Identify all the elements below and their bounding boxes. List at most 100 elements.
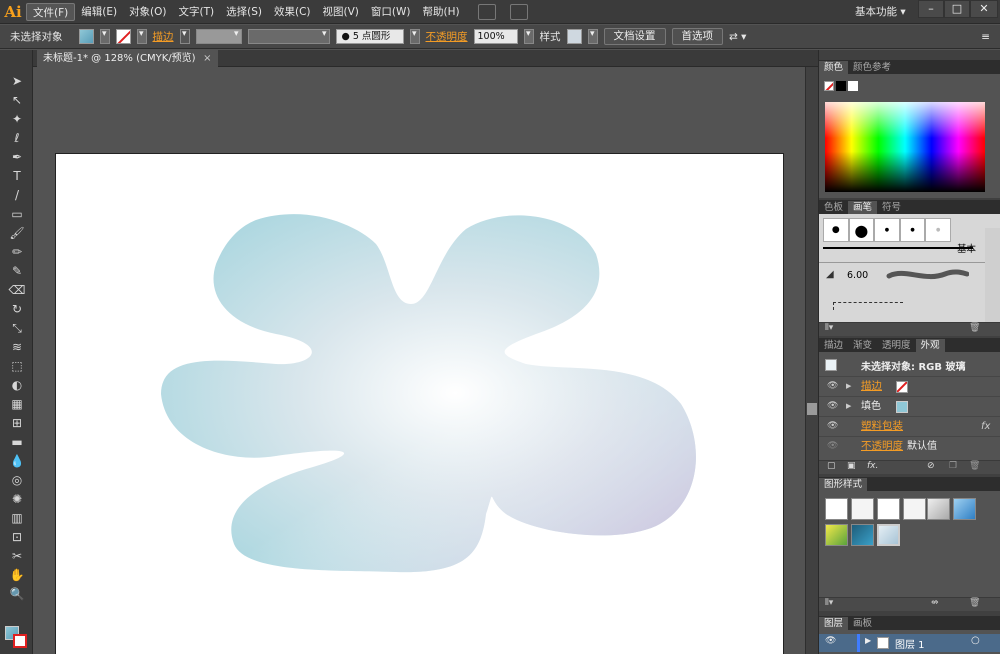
tab-transparency[interactable]: 透明度 — [877, 339, 916, 352]
type-tool-icon[interactable]: T — [7, 168, 27, 185]
menu-edit[interactable]: 编辑(E) — [75, 3, 123, 21]
paintbrush-tool-icon[interactable]: 🖌 — [7, 225, 27, 242]
vertical-scrollbar[interactable] — [805, 67, 818, 654]
selection-tool-icon[interactable]: ➤ — [7, 73, 27, 90]
free-transform-tool-icon[interactable]: ⬚ — [7, 358, 27, 375]
tab-layers[interactable]: 图层 — [819, 617, 849, 630]
line-tool-icon[interactable]: / — [7, 187, 27, 204]
basic-brush-line[interactable] — [823, 247, 973, 249]
visibility-eye-icon[interactable]: 👁 — [827, 377, 838, 396]
perspective-grid-tool-icon[interactable]: ▦ — [7, 396, 27, 413]
art-brush-stroke[interactable] — [885, 264, 969, 286]
add-fill-icon[interactable]: ▣ — [847, 461, 856, 471]
stroke-none-swatch[interactable] — [896, 381, 908, 393]
opacity-label[interactable]: 不透明度 — [426, 29, 468, 44]
fill-swatch[interactable] — [78, 29, 94, 44]
menu-help[interactable]: 帮助(H) — [417, 3, 466, 21]
graphic-style-white[interactable] — [877, 498, 900, 520]
stroke-swatch[interactable] — [115, 29, 131, 44]
layer-name[interactable]: 图层 1 — [895, 636, 925, 651]
delete-item-icon[interactable]: 🗑 — [969, 461, 980, 471]
blob-brush-tool-icon[interactable]: ✎ — [7, 263, 27, 280]
color-spectrum[interactable] — [825, 102, 985, 192]
fx-icon[interactable]: fx — [981, 417, 990, 436]
graphic-style-default[interactable] — [825, 498, 848, 520]
artboard-tool-icon[interactable]: ⊡ — [7, 529, 27, 546]
graphic-style-blue[interactable] — [953, 498, 976, 520]
menu-select[interactable]: 选择(S) — [220, 3, 268, 21]
menu-view[interactable]: 视图(V) — [317, 3, 365, 21]
opacity-field[interactable]: 100% — [473, 29, 518, 44]
white-swatch[interactable] — [848, 81, 858, 91]
appearance-fill-label[interactable]: 填色 — [861, 397, 881, 416]
scale-tool-icon[interactable]: ⤡ — [7, 320, 27, 337]
delete-brush-icon[interactable]: 🗑 — [969, 323, 980, 333]
minimize-button[interactable]: – — [918, 0, 944, 18]
bridge-button[interactable] — [477, 3, 496, 20]
graphic-style-shadow[interactable] — [903, 498, 926, 520]
fill-color-swatch[interactable] — [896, 401, 908, 413]
menu-window[interactable]: 窗口(W) — [365, 3, 417, 21]
none-color-icon[interactable] — [824, 81, 834, 91]
tab-artboards[interactable]: 画板 — [848, 617, 877, 630]
close-window-button[interactable]: ✕ — [970, 0, 998, 18]
tab-color-guide[interactable]: 颜色参考 — [848, 61, 896, 74]
expand-triangle-icon[interactable]: ▶ — [846, 397, 851, 416]
graphic-style-bevel[interactable] — [927, 498, 950, 520]
variable-width-dropdown[interactable] — [247, 29, 330, 44]
tab-appearance[interactable]: 外观 — [915, 339, 945, 352]
brush-tip-faint[interactable]: ● — [925, 218, 951, 242]
menu-object[interactable]: 对象(O) — [123, 3, 172, 21]
layer-visibility-icon[interactable]: 👁 — [825, 636, 836, 646]
appearance-stroke-label[interactable]: 描边 — [861, 377, 882, 396]
graphic-style-dropdown[interactable] — [587, 29, 598, 44]
eyedropper-tool-icon[interactable]: 💧 — [7, 453, 27, 470]
symbol-sprayer-tool-icon[interactable]: ✺ — [7, 491, 27, 508]
fill-dropdown[interactable] — [99, 29, 110, 44]
slice-tool-icon[interactable]: ✂ — [7, 548, 27, 565]
tab-stroke[interactable]: 描边 — [819, 339, 848, 352]
blend-tool-icon[interactable]: ◎ — [7, 472, 27, 489]
mesh-tool-icon[interactable]: ⊞ — [7, 415, 27, 432]
visibility-eye-icon[interactable]: 👁 — [827, 397, 838, 416]
style-libraries-icon[interactable]: ⫴▾ — [825, 598, 833, 608]
opacity-dropdown[interactable] — [523, 29, 534, 44]
graphic-style-no-stroke[interactable] — [851, 498, 874, 520]
expand-triangle-icon[interactable]: ▶ — [846, 377, 851, 396]
panel-menu-icon[interactable]: ≡ — [981, 31, 990, 43]
tab-gradient[interactable]: 渐变 — [848, 339, 877, 352]
brush-definition-dropdown[interactable] — [409, 29, 420, 44]
close-tab-icon[interactable]: × — [203, 50, 211, 67]
column-graph-tool-icon[interactable]: ▥ — [7, 510, 27, 527]
warp-tool-icon[interactable]: ≋ — [7, 339, 27, 356]
arrange-documents-button[interactable] — [509, 3, 528, 20]
workspace-switcher[interactable]: 基本功能 ▾ — [855, 4, 906, 19]
clear-appearance-icon[interactable]: ⊘ — [927, 461, 935, 471]
rectangle-tool-icon[interactable]: ▭ — [7, 206, 27, 223]
stroke-indicator[interactable] — [13, 634, 27, 648]
visibility-eye-icon[interactable]: 👁 — [827, 417, 838, 436]
layer-row[interactable]: 👁 ▶ 图层 1 ○ — [819, 634, 1000, 652]
layer-expand-icon[interactable]: ▶ — [865, 636, 871, 645]
pattern-brush-stroke[interactable] — [833, 302, 903, 310]
layer-target-icon[interactable]: ○ — [971, 635, 980, 646]
brush-libraries-icon[interactable]: ⫴▾ — [825, 323, 833, 333]
tab-color[interactable]: 颜色 — [819, 61, 849, 74]
appearance-row-stroke[interactable]: 👁 ▶ 描边 — [819, 376, 1000, 396]
gradient-tool-icon[interactable]: ▬ — [7, 434, 27, 451]
brush-tip-small[interactable]: ● — [823, 218, 849, 242]
tab-swatches[interactable]: 色板 — [819, 201, 848, 214]
eraser-tool-icon[interactable]: ⌫ — [7, 282, 27, 299]
canvas-area[interactable] — [33, 67, 805, 654]
appearance-row-fill[interactable]: 👁 ▶ 填色 — [819, 396, 1000, 416]
stroke-weight-dropdown[interactable] — [195, 29, 242, 44]
tab-graphic-styles[interactable]: 图形样式 — [819, 478, 868, 491]
hand-tool-icon[interactable]: ✋ — [7, 567, 27, 584]
artboard[interactable] — [55, 153, 784, 654]
lasso-tool-icon[interactable]: ℓ — [7, 130, 27, 147]
document-setup-button[interactable]: 文档设置 — [603, 28, 666, 45]
brushes-scrollbar[interactable] — [985, 228, 1000, 322]
brush-tip-tiny[interactable]: ● — [874, 218, 900, 242]
visibility-eye-icon[interactable]: 👁 — [827, 437, 838, 456]
duplicate-item-icon[interactable]: ❐ — [949, 461, 957, 471]
